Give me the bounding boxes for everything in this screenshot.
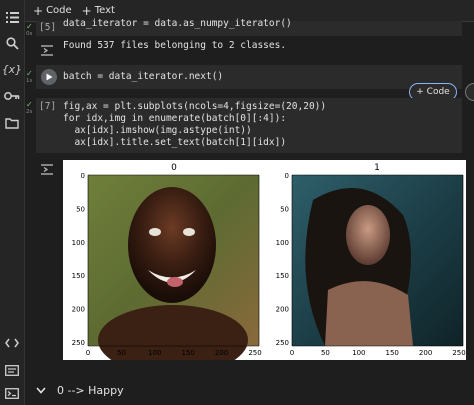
secrets-key-icon[interactable]	[3, 87, 21, 105]
add-code-cell-button[interactable]: + Code	[33, 4, 72, 18]
image-happy-boy-tongue	[167, 277, 183, 287]
subplot-0: 0 0 50 100 150 200 250 0 50 100 150 200 …	[72, 163, 262, 375]
subplot-1: 1 0 50 100 150 200 250 0 50 100 150 200 …	[276, 163, 466, 357]
x-tick-label: 150	[182, 349, 195, 357]
plus-icon: +	[33, 3, 44, 18]
plus-icon: +	[81, 3, 92, 18]
code-line: ax[idx].imshow(img.astype(int))	[63, 125, 252, 136]
image-woman-face	[346, 205, 390, 265]
y-tick-label: 100	[276, 239, 289, 247]
success-check-icon: ✓	[26, 69, 33, 78]
y-tick-label: 250	[72, 339, 85, 347]
variables-icon[interactable]: {x}	[2, 60, 22, 78]
output-toggle-icon[interactable]	[40, 160, 54, 175]
code-line: for idx,img in enumerate(batch[0][:4]):	[63, 113, 287, 124]
output-toggle-icon[interactable]	[40, 41, 54, 56]
add-text-cell-button[interactable]: + Text	[82, 4, 115, 18]
y-tick-label: 100	[72, 239, 85, 247]
x-tick-label: 250	[452, 349, 465, 357]
x-tick-label: 0	[86, 349, 90, 357]
y-tick-label: 150	[72, 272, 85, 280]
x-tick-label: 0	[290, 349, 294, 357]
execution-count: [7]	[39, 101, 57, 112]
y-tick-label: 50	[280, 205, 289, 213]
y-tick-label: 200	[276, 306, 289, 314]
x-tick-label: 50	[321, 349, 330, 357]
add-text-label: Text	[94, 5, 115, 16]
x-tick-labels: 0 50 100 150 200 250	[290, 349, 466, 357]
cell-output: Found 537 files belonging to 2 classes.	[63, 40, 287, 51]
cell-runtime: 1s	[26, 78, 33, 84]
cell-runtime: 0s	[26, 31, 33, 37]
image-happy-boy-eye	[149, 228, 161, 236]
y-tick-label: 0	[285, 172, 289, 180]
success-check-icon: ✓	[26, 100, 33, 109]
x-tick-label: 100	[352, 349, 365, 357]
y-tick-label: 250	[276, 339, 289, 347]
y-tick-labels: 0 50 100 150 200 250	[276, 172, 289, 347]
code-line: ax[idx].title.set_text(batch[1][idx])	[63, 137, 287, 148]
x-tick-label: 200	[419, 349, 432, 357]
table-of-contents-icon[interactable]	[3, 8, 21, 26]
code-snippets-icon[interactable]	[3, 334, 21, 352]
success-check-icon: ✓	[26, 22, 33, 31]
play-icon	[46, 73, 53, 81]
x-tick-label: 250	[248, 349, 261, 357]
y-tick-labels: 0 50 100 150 200 250	[72, 172, 85, 347]
code-line: batch = data_iterator.next()	[63, 71, 224, 82]
plot-output: 0 0 50 100 150 200 250 0 50 1 00 150 200 …	[63, 160, 466, 375]
add-code-label: Code	[46, 5, 72, 16]
code-line: data_iterator = data.as_numpy_iterator()	[63, 18, 292, 29]
terminal-icon[interactable]	[3, 384, 21, 402]
y-tick-label: 50	[76, 205, 85, 213]
x-tick-label: 50	[117, 349, 126, 357]
x-tick-label: 200	[215, 349, 228, 357]
section-title: 0 --> Happy	[57, 384, 124, 397]
command-palette-icon[interactable]	[3, 361, 21, 379]
left-sidebar: {x}	[0, 0, 25, 405]
chevron-down-icon	[36, 387, 46, 394]
y-tick-label: 200	[72, 306, 85, 314]
section-header[interactable]: 0 --> Happy	[36, 384, 124, 397]
execution-count: [5]	[39, 22, 57, 33]
x-tick-label: 150	[386, 349, 399, 357]
code-line: fig,ax = plt.subplots(ncols=4,figsize=(2…	[63, 101, 327, 112]
cell-runtime: 2s	[26, 109, 33, 115]
run-cell-button[interactable]	[41, 69, 57, 85]
subplot-title: 0	[171, 163, 177, 173]
image-happy-boy-eye	[183, 228, 195, 236]
search-icon[interactable]	[3, 34, 21, 52]
add-text-cell-button[interactable]	[465, 83, 474, 101]
y-tick-label: 0	[81, 172, 85, 180]
image-woman-shoulders	[325, 281, 413, 346]
files-folder-icon[interactable]	[3, 114, 21, 132]
subplot-title: 1	[374, 163, 380, 173]
y-tick-label: 150	[276, 272, 289, 280]
x-tick-label: 100	[148, 349, 161, 357]
